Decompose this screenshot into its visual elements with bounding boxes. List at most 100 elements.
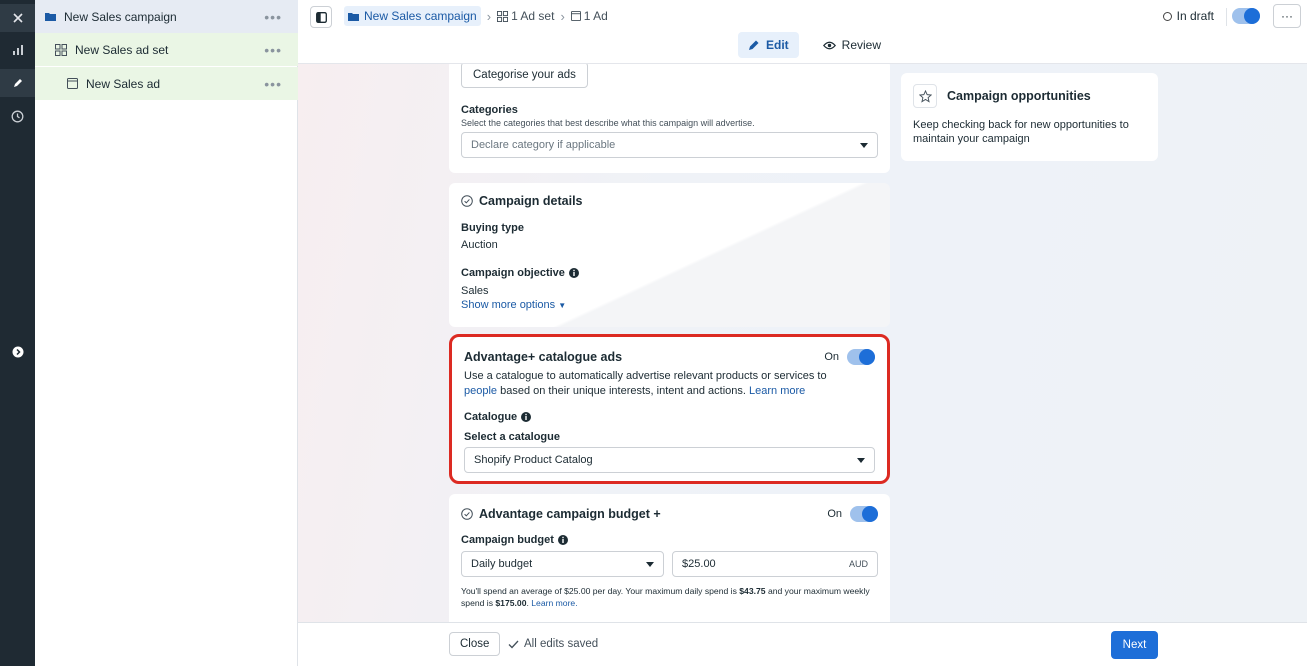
budget-learn-more-link[interactable]: Learn more. (531, 598, 577, 608)
pencil-icon[interactable] (0, 69, 35, 97)
catalogue-title: Advantage+ catalogue ads (464, 350, 623, 364)
opportunities-title: Campaign opportunities (947, 89, 1091, 103)
review-mode-label: Review (841, 38, 882, 52)
catalogue-select[interactable]: Shopify Product Catalog (464, 447, 875, 473)
breadcrumb-ad-label: 1 Ad (583, 9, 608, 23)
ad-more-icon[interactable]: ••• (264, 76, 282, 92)
catalogue-desc-2: based on their unique interests, intent … (497, 385, 749, 397)
show-more-options-link[interactable]: Show more options ▼ (461, 299, 878, 311)
objective-label: Campaign objective (461, 267, 565, 279)
opportunities-text: Keep checking back for new opportunities… (913, 119, 1129, 145)
tree-item-adset[interactable]: New Sales ad set ••• (35, 33, 298, 66)
next-button[interactable]: Next (1111, 631, 1158, 659)
info-icon[interactable] (557, 535, 568, 545)
more-button[interactable]: ··· (1273, 4, 1301, 28)
catalogue-toggle[interactable] (847, 349, 875, 365)
categories-label: Categories (461, 104, 518, 116)
breadcrumb-campaign-label: New Sales campaign (364, 9, 477, 23)
budget-title-row: Advantage campaign budget + (461, 507, 661, 521)
editor-canvas: Categorise your ads Categories Select th… (298, 64, 1307, 622)
show-more-label: Show more options (461, 299, 556, 311)
categorise-ads-button[interactable]: Categorise your ads (461, 64, 588, 88)
people-link[interactable]: people (464, 385, 497, 397)
left-rail (0, 0, 35, 666)
folder-icon (45, 12, 56, 21)
info-icon[interactable] (568, 268, 579, 278)
budget-amount-value: $25.00 (682, 558, 716, 570)
categories-card: Categorise your ads Categories Select th… (449, 64, 890, 173)
caret-down-icon: ▼ (558, 301, 567, 310)
campaign-budget-card: Advantage campaign budget + On Campaign … (449, 494, 890, 622)
caret-down-icon (646, 561, 655, 567)
learn-more-link[interactable]: Learn more (749, 385, 805, 397)
panel-toggle-button[interactable] (310, 6, 332, 28)
catalogue-ads-card: Advantage+ catalogue ads On Use a catalo… (449, 334, 890, 484)
objective-label-row: Campaign objective (461, 267, 878, 279)
caret-down-icon (857, 457, 865, 463)
pencil-icon (749, 40, 759, 50)
budget-type-value: Daily budget (471, 558, 533, 570)
buying-type-label: Buying type (461, 222, 524, 234)
budget-on-label: On (827, 508, 842, 520)
select-catalogue-label: Select a catalogue (464, 431, 560, 443)
adset-more-icon[interactable]: ••• (264, 42, 282, 58)
save-status-label: All edits saved (524, 638, 599, 650)
review-mode-button[interactable]: Review (813, 32, 891, 58)
edit-mode-button[interactable]: Edit (738, 32, 799, 58)
tree-campaign-label: New Sales campaign (64, 9, 177, 24)
tree-adset-label: New Sales ad set (75, 42, 169, 57)
chevron-right-icon: › (486, 8, 492, 24)
budget-type-select[interactable]: Daily budget (461, 551, 665, 577)
adset-grid-icon (497, 10, 509, 22)
buying-type-value: Auction (461, 239, 498, 251)
budget-amount-input[interactable]: $25.00 AUD (672, 551, 878, 577)
breadcrumb-ad[interactable]: 1 Ad (570, 9, 608, 23)
breadcrumb-adset-label: 1 Ad set (511, 9, 555, 23)
currency-label: AUD (848, 559, 868, 569)
catalogue-desc-1: Use a catalogue to automatically adverti… (464, 370, 827, 382)
expand-icon[interactable] (0, 338, 35, 366)
budget-inputs: Daily budget $25.00 AUD (461, 551, 878, 577)
budget-title: Advantage campaign budget + (479, 507, 661, 521)
star-icon (913, 84, 937, 108)
draft-circle-icon (1162, 11, 1172, 21)
catalogue-header: Advantage+ catalogue ads On (464, 349, 875, 365)
info-icon[interactable] (521, 412, 532, 422)
categories-help: Select the categories that best describe… (461, 118, 755, 128)
catalogue-label-row: Catalogue (464, 411, 875, 423)
campaign-toggle[interactable] (1232, 8, 1260, 24)
tree-item-ad[interactable]: New Sales ad ••• (35, 67, 298, 100)
category-select[interactable]: Declare category if applicable (461, 132, 878, 158)
ad-icon (67, 78, 78, 89)
tree-item-campaign[interactable]: New Sales campaign ••• (35, 0, 298, 33)
campaign-tree: New Sales campaign ••• New Sales ad set … (35, 0, 298, 666)
ad-icon (570, 11, 581, 21)
breadcrumb-campaign[interactable]: New Sales campaign (344, 6, 481, 26)
eye-icon (822, 41, 836, 49)
save-status: All edits saved (508, 638, 598, 650)
chart-icon[interactable] (0, 36, 35, 64)
draft-status-label: In draft (1176, 9, 1214, 23)
objective-value: Sales (461, 285, 489, 297)
budget-toggle[interactable] (850, 506, 878, 522)
budget-max-daily: $43.75 (739, 586, 766, 596)
breadcrumb-adset[interactable]: 1 Ad set (497, 9, 554, 23)
edit-mode-label: Edit (766, 38, 789, 52)
opportunities-header: Campaign opportunities (913, 84, 1146, 108)
budget-label-row: Campaign budget (461, 534, 878, 546)
tree-ad-label: New Sales ad (86, 76, 161, 91)
campaign-more-icon[interactable]: ••• (264, 9, 282, 25)
budget-toggle-row: On (827, 506, 878, 522)
clock-icon[interactable] (0, 102, 35, 130)
adset-grid-icon (55, 43, 67, 56)
close-icon[interactable] (0, 4, 35, 32)
caret-down-icon (860, 142, 868, 148)
budget-max-weekly: $175.00 (495, 598, 527, 608)
campaign-details-title: Campaign details (479, 194, 583, 208)
close-button[interactable]: Close (449, 632, 501, 656)
catalogue-on-label: On (824, 351, 839, 363)
divider (1226, 8, 1227, 26)
check-icon (508, 640, 519, 648)
budget-note: You'll spend an average of $25.00 per da… (461, 585, 878, 609)
catalogue-select-value: Shopify Product Catalog (474, 454, 593, 466)
